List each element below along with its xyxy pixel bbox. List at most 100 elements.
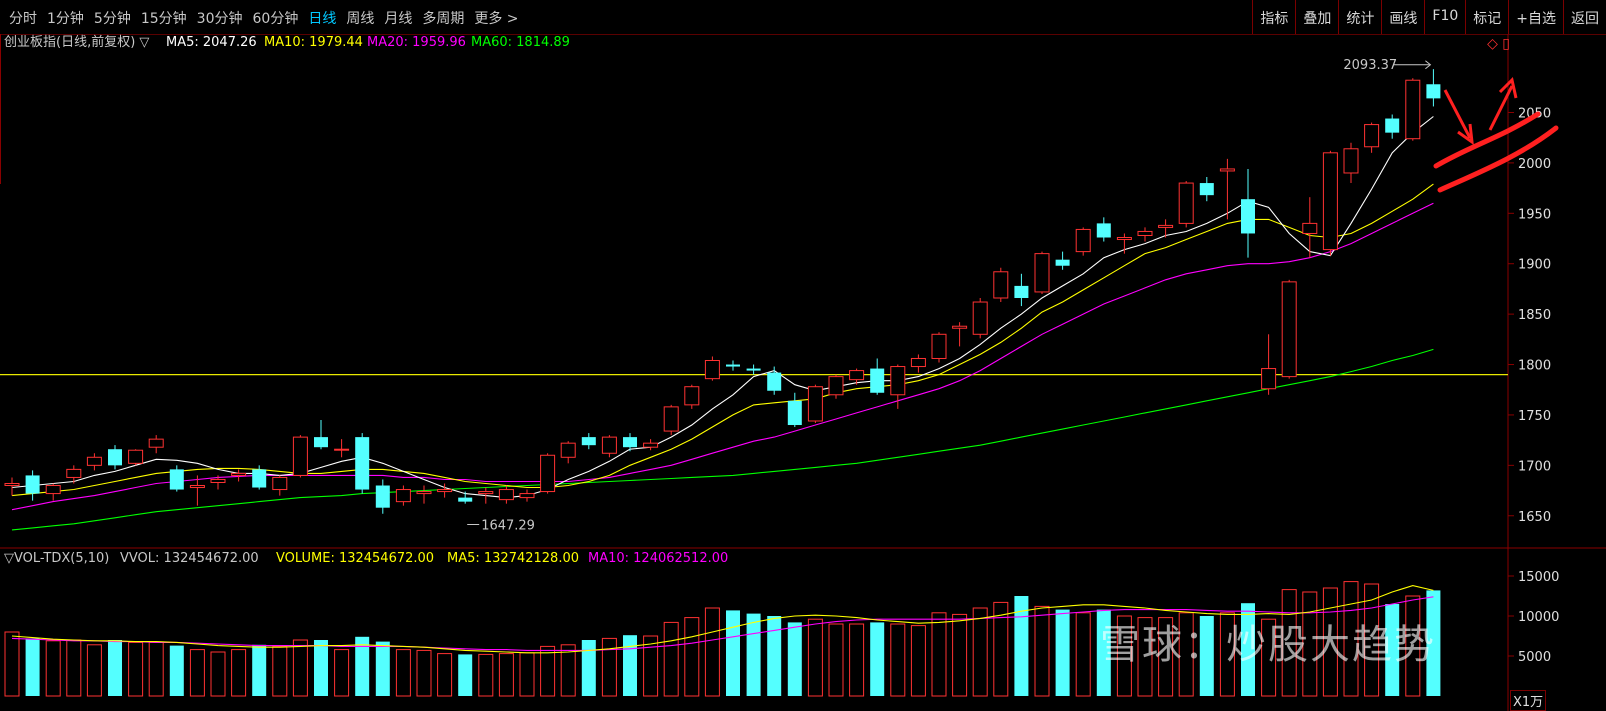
period-tab-0[interactable]: 分时 — [4, 8, 42, 28]
candle-body-13 — [272, 476, 288, 491]
candle-body-23 — [478, 491, 494, 495]
ma5-legend: MA5: 2047.26 — [166, 35, 257, 50]
candle-body-27 — [560, 442, 576, 458]
candle-body-4 — [86, 456, 102, 466]
price-tick-label-2: 1750 — [1518, 409, 1551, 424]
volume-bar-7 — [148, 641, 164, 697]
period-tab-2[interactable]: 5分钟 — [89, 8, 136, 28]
candle-body-29 — [601, 436, 617, 454]
volume-bar-28 — [581, 640, 596, 696]
volume-bar-13 — [272, 645, 288, 697]
candle-body-40 — [828, 376, 844, 396]
candle-body-28 — [581, 437, 596, 446]
period-tab-4[interactable]: 30分钟 — [192, 8, 248, 28]
high-price-label: 2093.37 — [1343, 58, 1397, 73]
volume-bar-40 — [828, 623, 844, 697]
period-tab-8[interactable]: 月线 — [379, 8, 417, 28]
volume-bar-46 — [952, 613, 968, 697]
period-tab-10[interactable]: 更多 > — [469, 8, 523, 28]
period-tab-5[interactable]: 60分钟 — [248, 8, 304, 28]
candle-body-36 — [746, 368, 761, 371]
ma60-legend: MA60: 1814.89 — [471, 35, 570, 50]
volume-bar-30 — [623, 635, 637, 696]
candle-body-26 — [540, 454, 556, 493]
toolbar-button-7[interactable]: 返回 — [1563, 0, 1606, 34]
candle-body-25 — [519, 493, 535, 499]
candle-body-46 — [952, 325, 968, 329]
volume-bar-25 — [519, 652, 535, 697]
period-tab-9[interactable]: 多周期 — [417, 8, 469, 28]
price-tick-label-3: 1800 — [1518, 359, 1551, 374]
toolbar-button-5[interactable]: 标记 — [1465, 0, 1508, 34]
volume-bar-5 — [108, 640, 122, 696]
price-tick-label-5: 1900 — [1518, 258, 1551, 273]
candle-body-16 — [334, 448, 350, 451]
volume-bar-9 — [189, 649, 205, 697]
candle-body-11 — [231, 472, 247, 476]
kline-chart[interactable]: 165017001750180018501900195020002050 500… — [0, 34, 1606, 711]
pane-control-icons[interactable]: ◇ ▯ — [1487, 36, 1510, 52]
volume-bar-50 — [1034, 605, 1050, 697]
volume-bar-39 — [807, 618, 823, 697]
candle-body-14 — [292, 436, 308, 476]
ma10-line — [11, 183, 1434, 497]
period-tab-6[interactable]: 日线 — [303, 8, 341, 28]
toolbar-button-0[interactable]: 指标 — [1252, 0, 1295, 34]
candle-body-68 — [1405, 79, 1421, 140]
toolbar-button-2[interactable]: 统计 — [1338, 0, 1381, 34]
period-tab-1[interactable]: 1分钟 — [42, 8, 89, 28]
candle-body-62 — [1281, 281, 1297, 378]
volume-bar-36 — [746, 613, 761, 696]
candle-body-50 — [1034, 253, 1050, 293]
candle-body-44 — [910, 357, 926, 368]
vol-ma10-legend: MA10: 124062512.00 — [588, 551, 728, 566]
ma60-line — [11, 348, 1434, 531]
volume-bar-41 — [849, 623, 865, 697]
top-toolbar: 分时 1分钟 5分钟 15分钟 30分钟 60分钟 日线 周线 月线 多周期 更多 > 指标 叠加 统计… — [0, 0, 1606, 35]
price-tick-label-0: 1650 — [1518, 510, 1551, 525]
candle-body-17 — [355, 437, 370, 490]
candle-body-61 — [1261, 368, 1277, 390]
toolbar-button-1[interactable]: 叠加 — [1295, 0, 1338, 34]
candle-body-21 — [437, 489, 453, 493]
vvol-legend: VVOL: 132454672.00 — [120, 551, 259, 566]
candle-body-55 — [1137, 230, 1153, 236]
volume-bar-52 — [1075, 612, 1091, 697]
ma20-line — [11, 202, 1434, 511]
candle-body-0 — [4, 482, 20, 487]
volume-bar-4 — [86, 644, 102, 697]
candle-body-2 — [45, 485, 61, 495]
volume-bar-19 — [395, 649, 411, 697]
volume-bar-34 — [704, 607, 720, 697]
period-tab-7[interactable]: 周线 — [341, 8, 379, 28]
candle-body-69 — [1426, 84, 1441, 99]
volume-bar-47 — [972, 607, 988, 697]
price-axis: 165017001750180018501900195020002050 — [1508, 106, 1551, 525]
candle-body-31 — [643, 442, 659, 448]
candle-body-39 — [807, 386, 823, 422]
toolbar-button-4[interactable]: F10 — [1424, 0, 1465, 34]
vol-ma5-legend: MA5: 132742128.00 — [447, 551, 579, 566]
candle-body-35 — [726, 364, 740, 367]
candle-body-30 — [623, 437, 637, 448]
vol-indicator-name: ▽VOL-TDX(5,10) — [4, 551, 109, 566]
drawn-arrow-down-stroke — [1443, 89, 1472, 139]
candle-body-10 — [210, 478, 226, 483]
candle-body-9 — [189, 485, 205, 489]
volume-bar-1 — [25, 638, 40, 696]
candle-body-65 — [1343, 148, 1359, 174]
candle-body-3 — [66, 468, 82, 478]
vol-tick-label-1: 10000 — [1518, 610, 1559, 625]
candle-body-1 — [25, 475, 40, 494]
volume-bar-43 — [890, 623, 906, 697]
volume-bar-12 — [252, 644, 267, 696]
candle-body-19 — [395, 489, 411, 503]
volume-bar-33 — [684, 617, 700, 697]
tool-buttons: 指标 叠加 统计 画线 F10 标记 +自选 返回 — [1252, 0, 1606, 34]
price-tick-label-6: 1950 — [1518, 207, 1551, 222]
toolbar-button-3[interactable]: 画线 — [1381, 0, 1424, 34]
period-tab-3[interactable]: 15分钟 — [136, 8, 192, 28]
ma10-legend: MA10: 1979.44 — [264, 35, 363, 50]
toolbar-button-6[interactable]: +自选 — [1508, 0, 1563, 34]
candle-body-56 — [1158, 224, 1174, 228]
